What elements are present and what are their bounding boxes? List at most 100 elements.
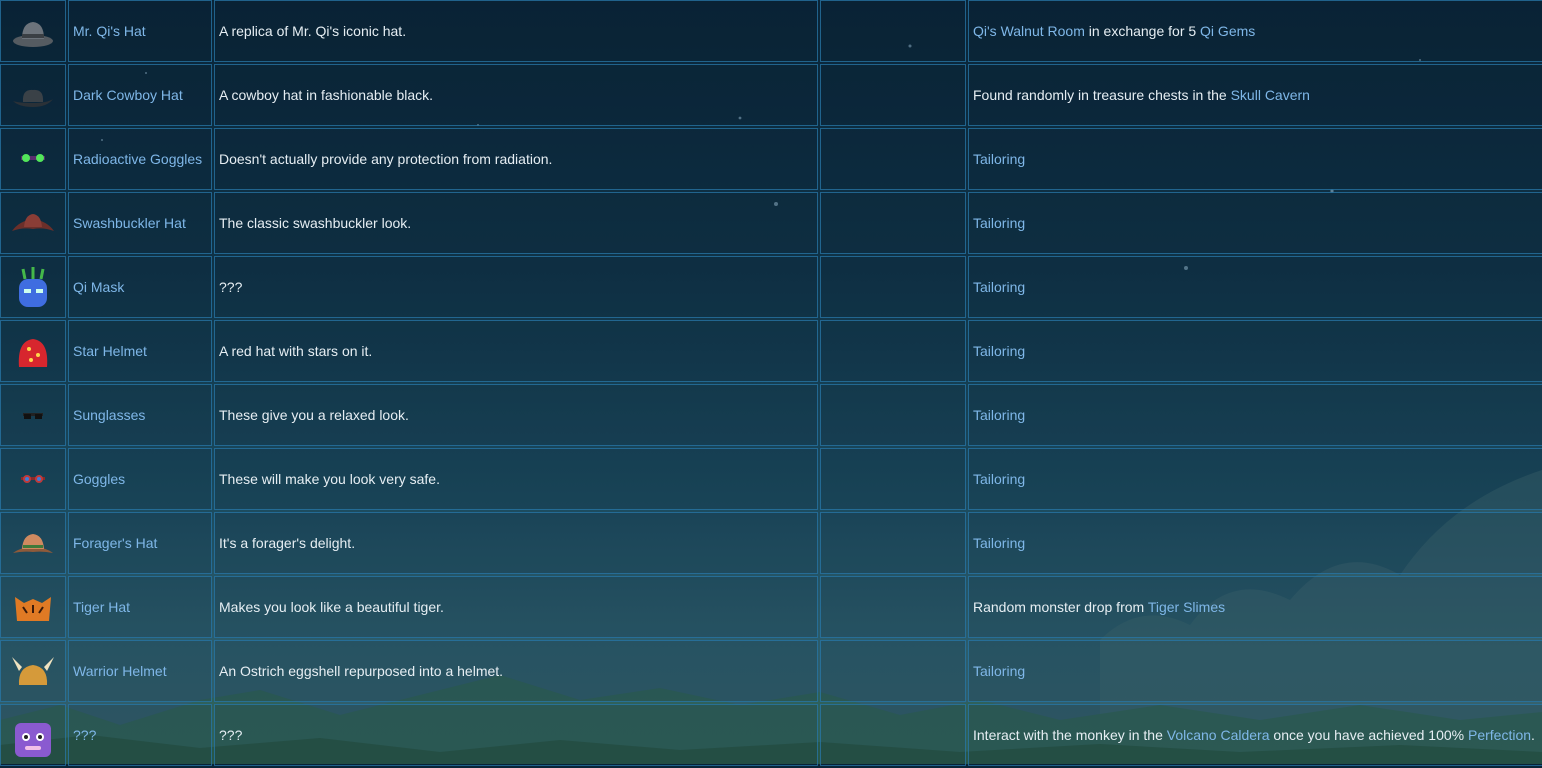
name-cell: Warrior Helmet — [68, 640, 212, 702]
description-cell: Makes you look like a beautiful tiger. — [214, 576, 818, 638]
hat-description: Doesn't actually provide any protection … — [219, 151, 553, 167]
source-link[interactable]: Skull Cavern — [1231, 87, 1310, 103]
icon-cell — [0, 320, 66, 382]
icon-cell — [0, 512, 66, 574]
source-text: . — [1531, 727, 1535, 743]
source-cell: Tailoring — [968, 512, 1542, 574]
source-cell: Found randomly in treasure chests in the… — [968, 64, 1542, 126]
source-cell: Random monster drop from Tiger Slimes — [968, 576, 1542, 638]
name-cell: Goggles — [68, 448, 212, 510]
tiger-hat-icon — [15, 597, 51, 621]
source-link[interactable]: Tailoring — [973, 343, 1025, 359]
hat-name-link[interactable]: Mr. Qi's Hat — [73, 23, 146, 39]
price-cell — [820, 256, 966, 318]
hat-description: ??? — [219, 279, 243, 295]
goggles-icon — [21, 475, 45, 483]
name-cell: Qi Mask — [68, 256, 212, 318]
source-link[interactable]: Volcano Caldera — [1167, 727, 1270, 743]
icon-cell — [0, 384, 66, 446]
table-row: Radioactive Goggles Doesn't actually prov… — [0, 128, 1542, 190]
source-text: once you have achieved 100% — [1269, 727, 1468, 743]
hat-name-link[interactable]: Qi Mask — [73, 279, 124, 295]
table-row: Swashbuckler Hat The classic swashbuckler… — [0, 192, 1542, 254]
name-cell: Mr. Qi's Hat — [68, 0, 212, 62]
source-link[interactable]: Tailoring — [973, 471, 1025, 487]
source-link[interactable]: Tailoring — [973, 535, 1025, 551]
price-cell — [820, 0, 966, 62]
radioactive-goggles-icon — [21, 154, 45, 162]
hat-description: A red hat with stars on it. — [219, 343, 373, 359]
source-text: in exchange for 5 — [1084, 23, 1201, 39]
source-cell: Tailoring — [968, 384, 1542, 446]
description-cell: A replica of Mr. Qi's iconic hat. — [214, 0, 818, 62]
price-cell — [820, 64, 966, 126]
source-text: Random monster drop from — [973, 599, 1148, 615]
hats-table-body: Mr. Qi's Hat A replica of Mr. Qi's iconic… — [0, 0, 1542, 766]
description-cell: These will make you look very safe. — [214, 448, 818, 510]
hat-name-link[interactable]: Swashbuckler Hat — [73, 215, 186, 231]
hat-description: ??? — [219, 727, 243, 743]
star-helmet-icon — [18, 339, 48, 367]
name-cell: Forager's Hat — [68, 512, 212, 574]
price-cell — [820, 704, 966, 766]
source-text: Interact with the monkey in the — [973, 727, 1167, 743]
table-row: Warrior Helmet An Ostrich eggshell repurp… — [0, 640, 1542, 702]
qi-hat-icon — [13, 22, 53, 47]
icon-cell — [0, 640, 66, 702]
hat-name-link[interactable]: ??? — [73, 727, 96, 743]
table-row: Forager's Hat It's a forager's delight. Ta… — [0, 512, 1542, 574]
hat-name-link[interactable]: Radioactive Goggles — [73, 151, 202, 167]
name-cell: Sunglasses — [68, 384, 212, 446]
source-link[interactable]: Tiger Slimes — [1148, 599, 1225, 615]
source-link[interactable]: Perfection — [1468, 727, 1531, 743]
dark-cowboy-hat-icon — [13, 89, 53, 107]
hat-name-link[interactable]: Forager's Hat — [73, 535, 157, 551]
hat-description: An Ostrich eggshell repurposed into a he… — [219, 663, 504, 679]
icon-cell — [0, 192, 66, 254]
icon-cell — [0, 64, 66, 126]
description-cell: These give you a relaxed look. — [214, 384, 818, 446]
table-row: Mr. Qi's Hat A replica of Mr. Qi's iconic… — [0, 0, 1542, 62]
price-cell — [820, 320, 966, 382]
icon-cell — [0, 256, 66, 318]
price-cell — [820, 512, 966, 574]
table-row: Tiger Hat Makes you look like a beautiful… — [0, 576, 1542, 638]
table-row: ?????? Interact with the monkey in the Vo… — [0, 704, 1542, 766]
source-cell: Tailoring — [968, 128, 1542, 190]
name-cell: Tiger Hat — [68, 576, 212, 638]
foragers-hat-icon — [13, 534, 53, 553]
hat-name-link[interactable]: Goggles — [73, 471, 125, 487]
icon-cell — [0, 448, 66, 510]
hat-name-link[interactable]: Star Helmet — [73, 343, 147, 359]
name-cell: Swashbuckler Hat — [68, 192, 212, 254]
source-link[interactable]: Tailoring — [973, 663, 1025, 679]
description-cell: ??? — [214, 256, 818, 318]
price-cell — [820, 128, 966, 190]
swashbuckler-hat-icon — [12, 214, 54, 231]
price-cell — [820, 384, 966, 446]
price-cell — [820, 576, 966, 638]
price-cell — [820, 192, 966, 254]
source-link[interactable]: Tailoring — [973, 215, 1025, 231]
hat-name-link[interactable]: Dark Cowboy Hat — [73, 87, 183, 103]
price-cell — [820, 448, 966, 510]
source-link[interactable]: Qi Gems — [1200, 23, 1255, 39]
description-cell: A red hat with stars on it. — [214, 320, 818, 382]
source-link[interactable]: Tailoring — [973, 151, 1025, 167]
hat-name-link[interactable]: Warrior Helmet — [73, 663, 167, 679]
name-cell: Radioactive Goggles — [68, 128, 212, 190]
table-row: Qi Mask??? Tailoring — [0, 256, 1542, 318]
source-link[interactable]: Tailoring — [973, 279, 1025, 295]
hat-description: The classic swashbuckler look. — [219, 215, 412, 231]
mystery-hat-icon — [15, 723, 51, 757]
source-cell: Interact with the monkey in the Volcano … — [968, 704, 1542, 766]
name-cell: Star Helmet — [68, 320, 212, 382]
hat-name-link[interactable]: Tiger Hat — [73, 599, 130, 615]
icon-cell — [0, 0, 66, 62]
source-cell: Tailoring — [968, 448, 1542, 510]
hat-description: It's a forager's delight. — [219, 535, 356, 551]
name-cell: Dark Cowboy Hat — [68, 64, 212, 126]
hat-name-link[interactable]: Sunglasses — [73, 407, 145, 423]
source-link[interactable]: Tailoring — [973, 407, 1025, 423]
source-link[interactable]: Qi's Walnut Room — [973, 23, 1085, 39]
